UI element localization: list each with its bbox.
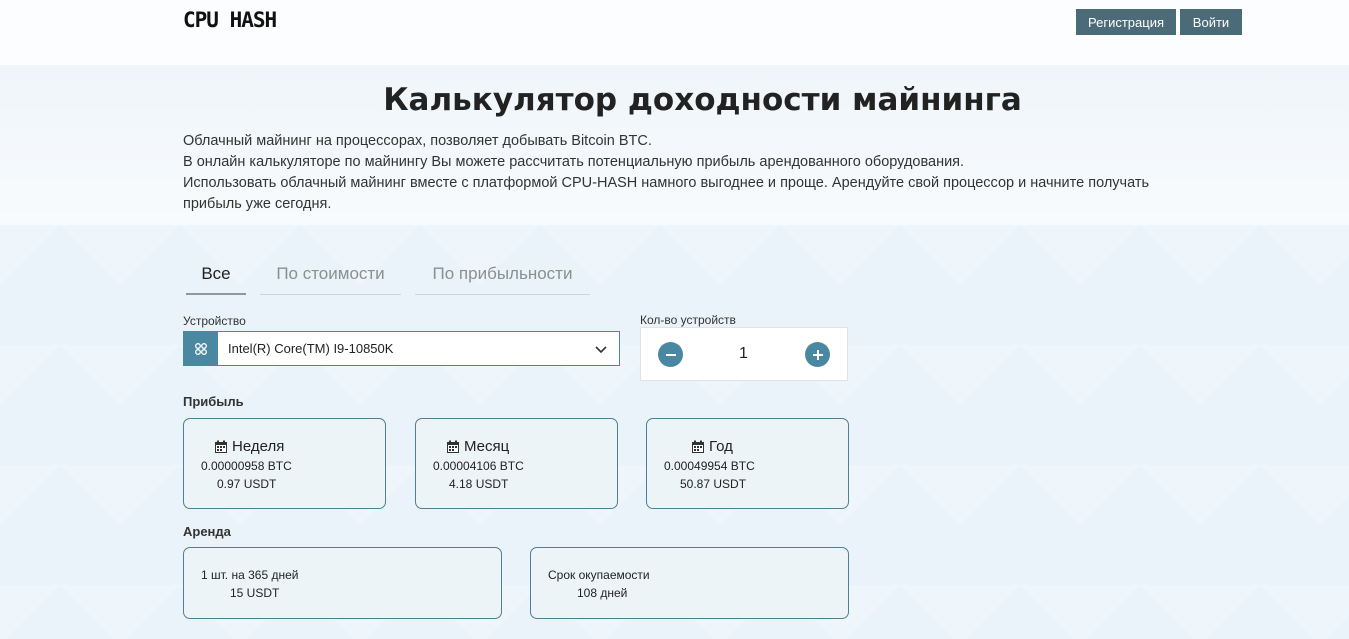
quantity-label: Кол-во устройств (640, 313, 736, 327)
card-period: Год (709, 438, 733, 455)
description-line: Использовать облачный майнинг вместе с п… (183, 175, 1150, 191)
device-value: Intel(R) Core(TM) I9-10850K (228, 341, 394, 356)
chevron-down-icon (595, 339, 607, 358)
card-btc-value: 0.00004106 BTC (433, 459, 524, 473)
login-button[interactable]: Войти (1180, 9, 1242, 35)
profit-card-week: Неделя 0.00000958 BTC 0.97 USDT (183, 418, 386, 509)
page-title: Калькулятор доходности майнинга (383, 82, 1022, 118)
logo[interactable]: CPU HASH (183, 8, 277, 32)
card-period: Неделя (232, 438, 285, 455)
plus-icon (812, 349, 823, 360)
card-period: Месяц (464, 438, 510, 455)
tab-all[interactable]: Все (186, 254, 246, 295)
description-line: Облачный майнинг на процессорах, позволя… (183, 133, 652, 149)
card-btc-value: 0.00049954 BTC (664, 459, 755, 473)
calendar-icon (692, 440, 704, 453)
minus-icon (665, 353, 676, 356)
register-button[interactable]: Регистрация (1076, 9, 1176, 35)
device-select[interactable]: Intel(R) Core(TM) I9-10850K (183, 331, 620, 366)
rent-card-payback: Срок окупаемости 108 дней (530, 547, 849, 619)
device-label: Устройство (183, 314, 246, 328)
profit-card-year: Год 0.00049954 BTC 50.87 USDT (646, 418, 849, 509)
page-description: Облачный майнинг на процессорах, позволя… (183, 131, 1183, 215)
rent-card-price: 1 шт. на 365 дней 15 USDT (183, 547, 502, 619)
calendar-icon (215, 440, 227, 453)
increase-button[interactable] (805, 342, 830, 367)
profit-label: Прибыль (183, 394, 244, 409)
card-usdt-value: 0.97 USDT (217, 477, 277, 491)
calendar-icon (447, 440, 459, 453)
card-btc-value: 0.00000958 BTC (201, 459, 292, 473)
rent-label: Аренда (183, 524, 231, 539)
tab-by-profitability[interactable]: По прибыльности (415, 254, 590, 295)
rent-term: 1 шт. на 365 дней (201, 568, 299, 582)
description-line: прибыль уже сегодня. (183, 196, 332, 212)
card-usdt-value: 4.18 USDT (449, 477, 509, 491)
tab-by-cost[interactable]: По стоимости (260, 254, 401, 295)
quantity-value[interactable]: 1 (731, 345, 756, 363)
quantity-stepper: 1 (640, 327, 848, 381)
profit-card-month: Месяц 0.00004106 BTC 4.18 USDT (415, 418, 618, 509)
card-usdt-value: 50.87 USDT (680, 477, 747, 491)
payback-value: 108 дней (577, 586, 628, 600)
rent-price: 15 USDT (230, 586, 280, 600)
chip-icon (184, 332, 218, 365)
payback-label: Срок окупаемости (548, 568, 650, 582)
description-line: В онлайн калькуляторе по майнингу Вы мож… (183, 154, 965, 170)
decrease-button[interactable] (658, 342, 683, 367)
